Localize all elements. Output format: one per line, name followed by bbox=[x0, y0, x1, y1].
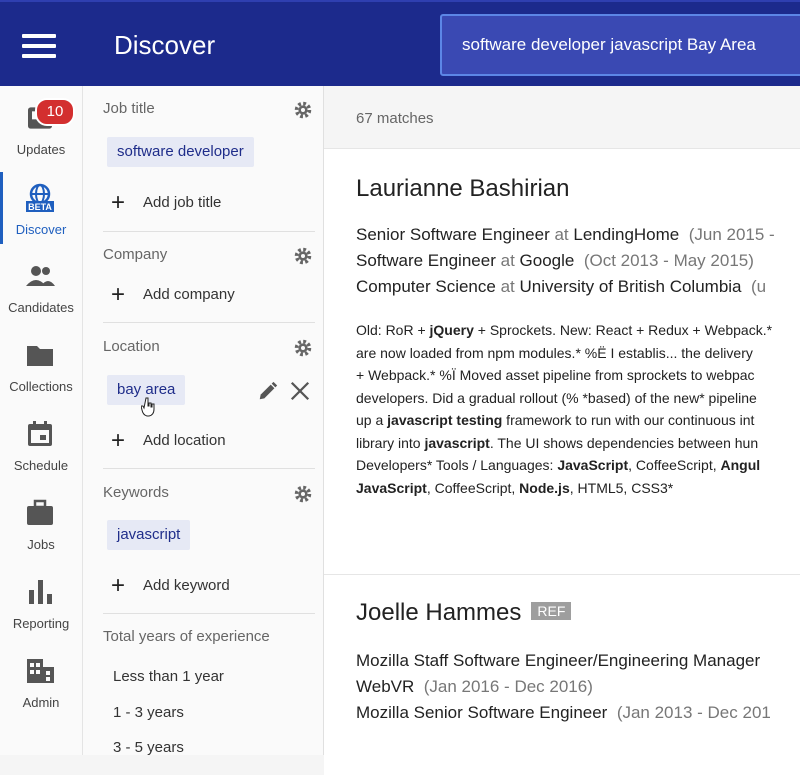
snippet-line: Developers* Tools / Languages: JavaScrip… bbox=[356, 457, 761, 473]
candidate-name[interactable]: Joelle Hammes REF bbox=[356, 599, 572, 627]
keyword-chip[interactable]: javascript bbox=[107, 520, 191, 550]
beta-label: BETA bbox=[28, 202, 52, 212]
nav-label: Discover bbox=[15, 222, 67, 237]
job-line: Mozilla Senior Software Engineer (Jan 20… bbox=[356, 703, 771, 722]
plus-icon: + bbox=[111, 189, 126, 216]
divider bbox=[103, 231, 315, 232]
match-count: 67 matches bbox=[356, 110, 434, 127]
folder-icon bbox=[27, 346, 53, 366]
snippet-line: JavaScript, CoffeeScript, Node.js, HTML5… bbox=[356, 479, 674, 496]
location-label: Location bbox=[103, 338, 160, 355]
nav-item-candidates[interactable]: Candidates bbox=[0, 250, 82, 320]
experience-label: Total years of experience bbox=[103, 628, 270, 645]
job-line: Computer Science at University of Britis… bbox=[356, 277, 767, 296]
plus-icon: + bbox=[111, 572, 126, 599]
keywords-label: Keywords bbox=[103, 484, 169, 501]
nav-item-updates[interactable]: 10 Updates bbox=[0, 92, 82, 162]
candidate-name[interactable]: Laurianne Bashirian bbox=[356, 175, 569, 203]
job-line: WebVR (Jan 2016 - Dec 2016) bbox=[356, 677, 593, 696]
snippet-line: library into javascript. The UI shows de… bbox=[356, 434, 759, 451]
job-line: Senior Software Engineer at LendingHome … bbox=[356, 225, 775, 244]
notification-badge: 10 bbox=[35, 98, 75, 126]
nav-item-reporting[interactable]: Reporting bbox=[0, 566, 82, 636]
beta-globe-icon: BETA bbox=[26, 183, 54, 212]
job-title-chip[interactable]: software developer bbox=[107, 137, 254, 167]
candidate-card[interactable]: Joelle Hammes REF Mozilla Staff Software … bbox=[324, 574, 800, 775]
top-bar: Discover software developer javascript B… bbox=[0, 0, 800, 88]
bar-chart-icon bbox=[29, 580, 52, 604]
nav-label: Collections bbox=[9, 379, 73, 394]
experience-option[interactable]: 3 - 5 years bbox=[113, 739, 184, 756]
snippet-line: Old: RoR + jQuery + Sprockets. New: Reac… bbox=[356, 322, 773, 338]
calendar-icon bbox=[28, 421, 52, 446]
nav-label: Admin bbox=[22, 695, 60, 710]
job-title-label: Job title bbox=[103, 100, 155, 117]
job-title-gear-icon[interactable] bbox=[292, 99, 314, 121]
add-keyword-button[interactable]: + Add keyword bbox=[111, 572, 230, 600]
ref-badge: REF bbox=[531, 602, 572, 620]
nav-item-collections[interactable]: Collections bbox=[0, 329, 82, 399]
nav-rail: 10 Updates BETA Discover Candidates Coll… bbox=[0, 86, 83, 755]
hand-cursor-icon bbox=[141, 397, 155, 417]
nav-label: Jobs bbox=[27, 537, 55, 552]
plus-icon: + bbox=[111, 427, 126, 454]
nav-item-discover[interactable]: BETA Discover bbox=[0, 172, 82, 244]
edit-pencil-icon[interactable] bbox=[257, 380, 279, 402]
experience-option[interactable]: Less than 1 year bbox=[113, 668, 224, 685]
nav-label: Schedule bbox=[13, 458, 69, 473]
job-line: Software Engineer at Google (Oct 2013 - … bbox=[356, 251, 754, 270]
page-title: Discover bbox=[114, 30, 216, 60]
add-location-button[interactable]: + Add location bbox=[111, 427, 226, 455]
results-pane: 67 matches Laurianne Bashirian Senior So… bbox=[324, 86, 800, 775]
add-job-title-button[interactable]: + Add job title bbox=[111, 189, 221, 217]
nav-label: Reporting bbox=[12, 616, 70, 631]
nav-item-admin[interactable]: Admin bbox=[0, 645, 82, 715]
keywords-gear-icon[interactable] bbox=[292, 483, 314, 505]
candidate-card[interactable]: Laurianne Bashirian Senior Software Engi… bbox=[324, 148, 800, 574]
divider bbox=[103, 468, 315, 469]
nav-label: Updates bbox=[16, 142, 66, 157]
snippet-line: are now loaded from npm modules.* %Ë I e… bbox=[356, 344, 753, 361]
snippet-line: developers. Did a gradual rollout (% *ba… bbox=[356, 389, 757, 406]
nav-item-schedule[interactable]: Schedule bbox=[0, 408, 82, 478]
nav-label: Candidates bbox=[8, 300, 74, 315]
divider bbox=[103, 613, 315, 614]
search-input[interactable]: software developer javascript Bay Area bbox=[440, 14, 800, 76]
location-gear-icon[interactable] bbox=[292, 337, 314, 359]
hamburger-menu-icon[interactable] bbox=[22, 34, 56, 60]
briefcase-icon bbox=[27, 499, 53, 525]
building-icon bbox=[27, 659, 54, 683]
job-line: Mozilla Staff Software Engineer/Engineer… bbox=[356, 651, 761, 670]
snippet-line: + Webpack.* %Ï Moved asset pipeline from… bbox=[356, 367, 755, 383]
filter-panel: Job title software developer + Add job ti… bbox=[83, 86, 324, 756]
nav-item-jobs[interactable]: Jobs bbox=[0, 487, 82, 557]
add-company-button[interactable]: + Add company bbox=[111, 281, 235, 309]
close-icon[interactable] bbox=[289, 380, 311, 402]
company-gear-icon[interactable] bbox=[292, 245, 314, 267]
plus-icon: + bbox=[111, 281, 126, 308]
experience-option[interactable]: 1 - 3 years bbox=[113, 704, 184, 721]
resume-snippet: Old: RoR + jQuery + Sprockets. New: Reac… bbox=[356, 319, 800, 499]
people-icon bbox=[26, 266, 55, 286]
company-label: Company bbox=[103, 246, 168, 263]
divider bbox=[103, 322, 315, 323]
snippet-line: up a javascript testing framework to run… bbox=[356, 412, 755, 428]
